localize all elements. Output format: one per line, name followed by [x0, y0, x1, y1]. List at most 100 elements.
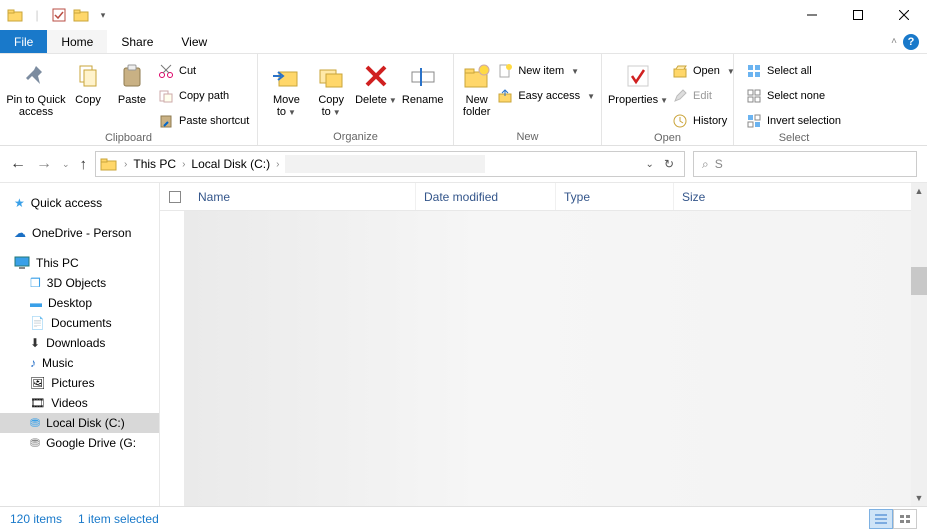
nav-documents[interactable]: 📄Documents — [0, 313, 159, 333]
open-folder-icon — [672, 63, 688, 79]
open-button[interactable]: Open▼ — [672, 60, 735, 82]
maximize-button[interactable] — [835, 0, 881, 30]
col-type[interactable]: Type — [556, 183, 674, 210]
copy-path-label: Copy path — [179, 90, 229, 102]
pc-icon — [14, 256, 30, 270]
delete-button[interactable]: Delete▼ — [354, 58, 399, 106]
location-folder-icon — [100, 156, 118, 172]
search-placeholder: S — [715, 157, 723, 171]
crumb-sep[interactable]: › — [276, 159, 279, 170]
forward-button[interactable]: → — [36, 155, 52, 173]
select-all-button[interactable]: Select all — [746, 60, 841, 82]
vertical-scrollbar[interactable]: ▲ ▼ — [911, 183, 927, 506]
close-button[interactable] — [881, 0, 927, 30]
move-to-button[interactable]: Move to▼ — [264, 58, 309, 118]
copy-label: Copy — [75, 94, 101, 106]
properties-label: Properties▼ — [608, 94, 668, 106]
select-all-icon — [746, 63, 762, 79]
history-button[interactable]: History — [672, 110, 735, 132]
checkbox-icon[interactable] — [50, 6, 68, 24]
open-label: Open — [693, 65, 720, 77]
help-icon[interactable]: ? — [903, 34, 919, 50]
new-folder-icon — [461, 60, 493, 92]
nav-videos[interactable]: 🎞Videos — [0, 393, 159, 413]
nav-onedrive[interactable]: ☁OneDrive - Person — [0, 223, 159, 243]
crumb-local-disk[interactable]: Local Disk (C:) — [191, 157, 270, 171]
obscured-path — [285, 155, 485, 173]
new-item-button[interactable]: New item▼ — [497, 60, 595, 82]
ribbon: Pin to Quick access Copy Paste Cut Copy … — [0, 54, 927, 146]
cloud-icon: ☁ — [14, 226, 26, 240]
nav-label: Google Drive (G: — [46, 436, 136, 450]
invert-label: Invert selection — [767, 115, 841, 127]
tab-file[interactable]: File — [0, 30, 47, 53]
status-item-count: 120 items — [10, 512, 62, 526]
minimize-button[interactable] — [789, 0, 835, 30]
scroll-up-arrow[interactable]: ▲ — [911, 183, 927, 199]
recent-dropdown[interactable]: ⌄ — [62, 159, 70, 170]
nav-pictures[interactable]: 🖼Pictures — [0, 373, 159, 393]
copy-path-button[interactable]: Copy path — [158, 85, 249, 107]
invert-selection-button[interactable]: Invert selection — [746, 110, 841, 132]
select-none-icon — [746, 88, 762, 104]
file-list-area[interactable] — [184, 211, 927, 506]
col-name[interactable]: Name — [190, 183, 416, 210]
copy-button[interactable]: Copy — [66, 58, 110, 106]
easy-access-button[interactable]: Easy access▼ — [497, 85, 595, 107]
nav-music[interactable]: ♪Music — [0, 353, 159, 373]
group-open: Properties▼ Open▼ Edit History Open — [602, 54, 734, 145]
nav-3d-objects[interactable]: ❒3D Objects — [0, 273, 159, 293]
paste-button[interactable]: Paste — [110, 58, 154, 106]
crumb-sep[interactable]: › — [182, 159, 185, 170]
crumb-sep[interactable]: › — [124, 159, 127, 170]
pin-quick-access-button[interactable]: Pin to Quick access — [6, 58, 66, 118]
tab-share[interactable]: Share — [107, 30, 167, 53]
ribbon-help-area: ˄ ? — [891, 30, 927, 53]
rename-button[interactable]: Rename — [398, 58, 447, 106]
scroll-down-arrow[interactable]: ▼ — [911, 490, 927, 506]
tab-view[interactable]: View — [167, 30, 221, 53]
new-folder-button[interactable]: New folder — [460, 58, 493, 118]
refresh-button[interactable]: ↻ — [664, 157, 674, 171]
nav-quick-access[interactable]: ★Quick access — [0, 193, 159, 213]
delete-x-icon — [360, 60, 392, 92]
nav-local-disk-c[interactable]: ⛃Local Disk (C:) — [0, 413, 159, 433]
address-dropdown[interactable]: ⌄ — [646, 159, 654, 170]
group-organize-label: Organize — [258, 131, 453, 145]
group-new-label: New — [454, 131, 601, 145]
properties-button[interactable]: Properties▼ — [608, 58, 668, 106]
tab-home[interactable]: Home — [47, 30, 107, 53]
new-item-icon — [497, 63, 513, 79]
paste-shortcut-button[interactable]: Paste shortcut — [158, 110, 249, 132]
nav-this-pc[interactable]: This PC — [0, 253, 159, 273]
qat-dropdown[interactable]: ▾ — [94, 6, 112, 24]
nav-downloads[interactable]: ⬇Downloads — [0, 333, 159, 353]
select-none-label: Select none — [767, 90, 825, 102]
edit-button[interactable]: Edit — [672, 85, 735, 107]
folder-icon — [6, 6, 24, 24]
nav-desktop[interactable]: ▬Desktop — [0, 293, 159, 313]
qat-separator: | — [28, 6, 46, 24]
easy-access-icon — [497, 88, 513, 104]
nav-label: This PC — [36, 256, 79, 270]
new-folder-label: New folder — [460, 94, 493, 118]
cut-button[interactable]: Cut — [158, 60, 249, 82]
search-box[interactable]: ⌕ S — [693, 151, 917, 177]
pin-icon — [20, 60, 52, 92]
col-modified[interactable]: Date modified — [416, 183, 556, 210]
up-button[interactable]: ↑ — [80, 156, 88, 173]
back-button[interactable]: ← — [10, 155, 26, 173]
scroll-thumb[interactable] — [911, 267, 927, 295]
collapse-ribbon-icon[interactable]: ˄ — [891, 36, 897, 47]
address-bar[interactable]: › This PC › Local Disk (C:) › ⌄ ↻ — [95, 151, 685, 177]
nav-google-drive[interactable]: ⛃Google Drive (G: — [0, 433, 159, 453]
select-none-button[interactable]: Select none — [746, 85, 841, 107]
folder-small-icon[interactable] — [72, 6, 90, 24]
crumb-this-pc[interactable]: This PC — [133, 157, 176, 171]
col-size[interactable]: Size — [674, 183, 764, 210]
nav-label: Quick access — [31, 196, 102, 210]
copy-to-button[interactable]: Copy to▼ — [309, 58, 354, 118]
navigation-pane[interactable]: ★Quick access ☁OneDrive - Person This PC… — [0, 183, 160, 506]
header-checkbox[interactable] — [160, 191, 190, 203]
paste-label: Paste — [118, 94, 146, 106]
